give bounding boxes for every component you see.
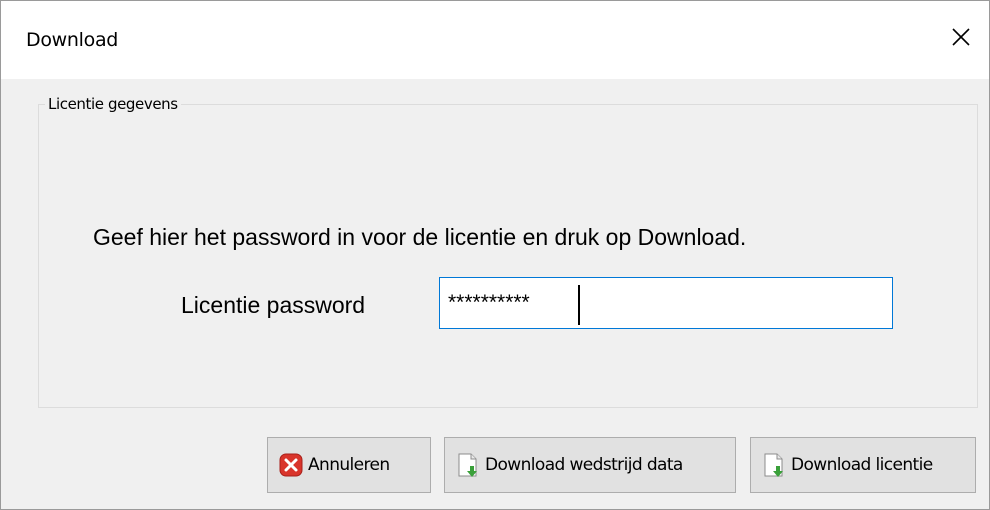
group-legend: Licentie gegevens — [45, 95, 181, 113]
password-field[interactable] — [439, 277, 893, 329]
download-license-button-label: Download licentie — [791, 455, 933, 475]
download-dialog: Download Licentie gegevens Geef hier het… — [0, 0, 990, 510]
close-button[interactable] — [929, 1, 989, 79]
instruction-text: Geef hier het password in voor de licent… — [93, 224, 747, 250]
text-caret — [578, 285, 580, 325]
cancel-button-label: Annuleren — [308, 455, 390, 475]
download-file-icon — [458, 453, 477, 477]
window-title: Download — [26, 29, 119, 51]
download-data-button-label: Download wedstrijd data — [485, 455, 683, 475]
download-file-icon — [764, 453, 783, 477]
close-icon — [952, 28, 970, 46]
download-license-button[interactable]: Download licentie — [750, 437, 976, 493]
cancel-button[interactable]: Annuleren — [267, 437, 431, 493]
cancel-icon — [279, 453, 303, 477]
download-data-button[interactable]: Download wedstrijd data — [444, 437, 736, 493]
title-bar: Download — [1, 1, 989, 79]
password-label: Licentie password — [181, 292, 366, 318]
license-details-group: Licentie gegevens — [38, 95, 978, 408]
